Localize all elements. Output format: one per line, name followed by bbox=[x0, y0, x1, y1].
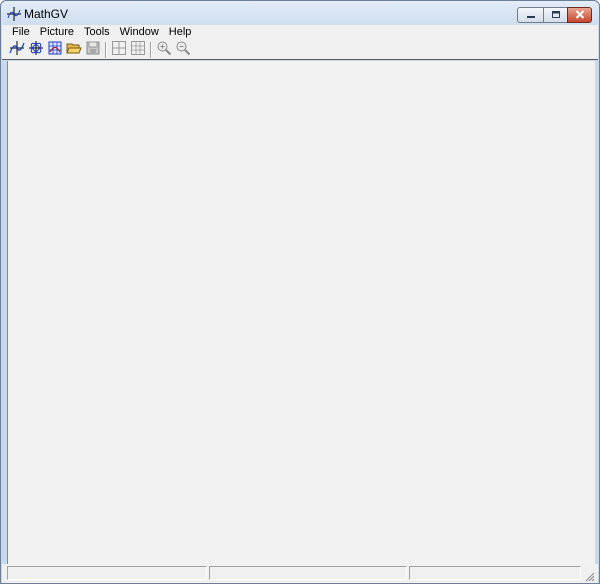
status-pane-2 bbox=[209, 566, 407, 580]
resize-grip-icon[interactable] bbox=[583, 569, 595, 582]
menu-window[interactable]: Window bbox=[115, 25, 164, 40]
open-folder-icon bbox=[66, 40, 82, 61]
grid-button[interactable] bbox=[110, 40, 128, 61]
status-pane-1 bbox=[7, 566, 207, 580]
zoom-in-icon bbox=[156, 40, 172, 61]
app-window: MathGV File Picture Tools Window Help bbox=[0, 0, 600, 584]
menu-bar: File Picture Tools Window Help bbox=[2, 25, 598, 40]
new-parametric-graph-button[interactable] bbox=[27, 40, 45, 61]
status-pane-3 bbox=[409, 566, 581, 580]
zoom-in-button[interactable] bbox=[155, 41, 173, 59]
function-graph-icon bbox=[9, 40, 25, 61]
save-button[interactable] bbox=[84, 41, 102, 59]
caption-buttons bbox=[517, 7, 592, 23]
title-bar[interactable]: MathGV bbox=[1, 1, 599, 26]
zoom-out-icon bbox=[175, 40, 191, 61]
mdi-client-area[interactable] bbox=[7, 61, 595, 564]
grid-labels-button[interactable] bbox=[129, 40, 147, 61]
3d-graph-icon bbox=[47, 40, 63, 61]
new-function-graph-button[interactable] bbox=[8, 40, 26, 61]
toolbar-separator bbox=[105, 42, 107, 58]
maximize-icon bbox=[551, 6, 561, 24]
window-title: MathGV bbox=[24, 7, 69, 21]
menu-help[interactable]: Help bbox=[164, 25, 197, 40]
menu-picture[interactable]: Picture bbox=[35, 25, 79, 40]
status-bar bbox=[2, 564, 598, 583]
minimize-icon bbox=[526, 6, 536, 24]
zoom-out-button[interactable] bbox=[174, 41, 192, 59]
open-button[interactable] bbox=[65, 41, 83, 59]
menu-file[interactable]: File bbox=[2, 25, 35, 40]
mathgv-app-icon[interactable] bbox=[7, 7, 21, 21]
close-button[interactable] bbox=[567, 7, 592, 23]
toolbar-separator bbox=[150, 42, 152, 58]
save-icon bbox=[85, 40, 101, 61]
parametric-graph-icon bbox=[28, 40, 44, 61]
new-3d-graph-button[interactable] bbox=[46, 41, 64, 59]
maximize-button[interactable] bbox=[543, 7, 567, 23]
minimize-button[interactable] bbox=[517, 7, 543, 23]
toolbar bbox=[2, 40, 598, 60]
grid-labels-icon bbox=[130, 40, 146, 61]
grid-icon bbox=[111, 40, 127, 61]
menu-tools[interactable]: Tools bbox=[79, 25, 115, 40]
close-icon bbox=[575, 6, 585, 24]
